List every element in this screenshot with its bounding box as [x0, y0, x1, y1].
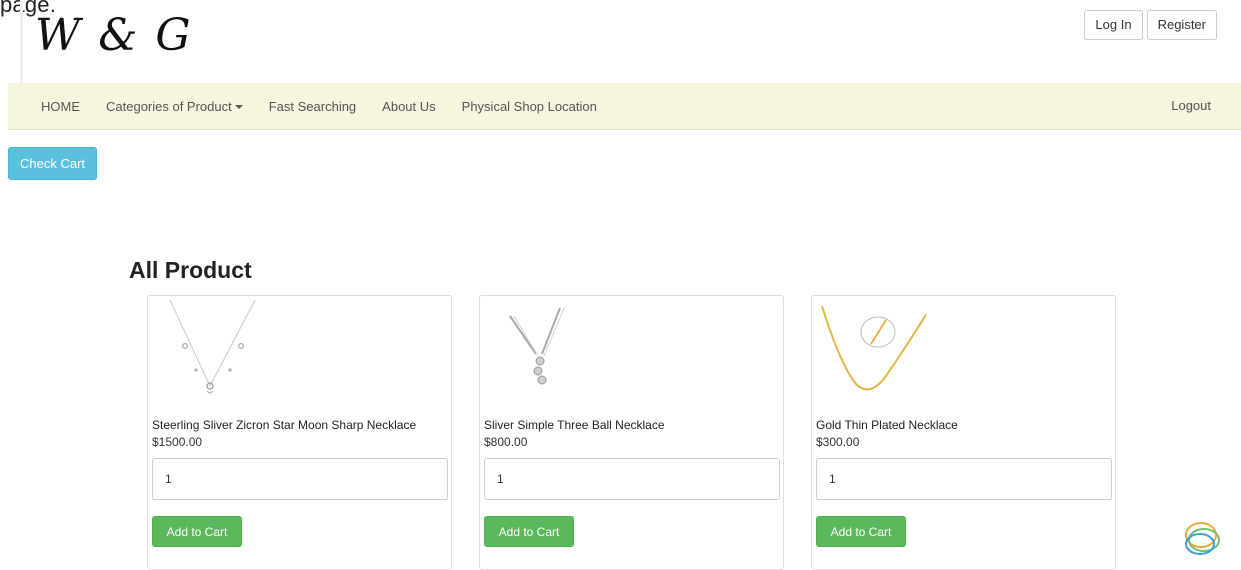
product-card: Gold Thin Plated Necklace $300.00 Add to…: [811, 295, 1116, 570]
product-name: Steerling Sliver Zicron Star Moon Sharp …: [152, 418, 417, 432]
nav-item-about-us[interactable]: About Us: [369, 99, 448, 114]
nav-item-categories[interactable]: Categories of Product: [93, 99, 256, 114]
product-price: $1500.00: [152, 435, 203, 449]
logo-text: W & G: [35, 10, 193, 61]
logo[interactable]: W & G: [20, 0, 200, 84]
quantity-input[interactable]: [152, 458, 448, 500]
quantity-input[interactable]: [816, 458, 1112, 500]
register-button[interactable]: Register: [1146, 10, 1217, 40]
caret-down-icon: [234, 105, 243, 110]
nav-item-shop-location[interactable]: Physical Shop Location: [449, 99, 610, 114]
auth-buttons: Log In Register: [1084, 10, 1217, 40]
product-image-three-ball-necklace[interactable]: [484, 298, 594, 408]
add-to-cart-button[interactable]: Add to Cart: [816, 516, 906, 547]
nav-item-fast-searching[interactable]: Fast Searching: [256, 99, 369, 114]
product-price: $800.00: [484, 435, 528, 449]
main-navbar: HOME Categories of Product Fast Searchin…: [8, 83, 1241, 130]
product-name: Sliver Simple Three Ball Necklace: [484, 418, 665, 432]
nav-item-categories-label: Categories of Product: [106, 98, 232, 114]
login-button[interactable]: Log In: [1084, 10, 1143, 40]
product-name: Gold Thin Plated Necklace: [816, 418, 958, 432]
product-price: $300.00: [816, 435, 860, 449]
nav-item-home[interactable]: HOME: [28, 99, 93, 114]
chat-bubbles-icon[interactable]: [1180, 518, 1224, 560]
add-to-cart-button[interactable]: Add to Cart: [152, 516, 242, 547]
section-title: All Product: [129, 257, 252, 283]
logout-link[interactable]: Logout: [1171, 98, 1211, 113]
product-image-star-moon-necklace[interactable]: [152, 298, 262, 408]
quantity-input[interactable]: [484, 458, 780, 500]
product-card: Sliver Simple Three Ball Necklace $800.0…: [479, 295, 784, 570]
product-card: Steerling Sliver Zicron Star Moon Sharp …: [147, 295, 452, 570]
product-image-gold-thin-necklace[interactable]: [816, 298, 926, 408]
add-to-cart-button[interactable]: Add to Cart: [484, 516, 574, 547]
check-cart-button[interactable]: Check Cart: [8, 147, 97, 180]
